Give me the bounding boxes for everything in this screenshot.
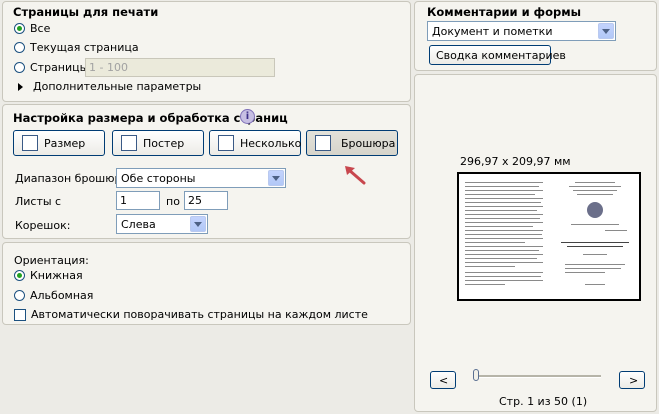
multiple-button[interactable]: Несколько <box>209 130 301 156</box>
size-button-label: Размер <box>44 137 86 150</box>
binding-value: Слева <box>121 218 156 231</box>
auto-rotate-label: Автоматически поворачивать страницы на к… <box>31 308 368 321</box>
comments-panel: Комментарии и формы Документ и пометки С… <box>414 1 657 71</box>
more-options-link[interactable]: Дополнительные параметры <box>33 80 201 93</box>
booklet-button-label: Брошюра <box>341 137 396 150</box>
booklet-icon <box>315 135 331 151</box>
orientation-title: Ориентация: <box>14 254 89 267</box>
chevron-down-icon[interactable] <box>598 23 614 39</box>
page-slider-thumb[interactable] <box>473 369 479 381</box>
summarize-comments-label: Сводка комментариев <box>436 49 566 62</box>
summarize-comments-button[interactable]: Сводка комментариев <box>429 45 566 65</box>
poster-icon <box>121 135 137 151</box>
radio-pages-label: Страницы <box>30 61 89 74</box>
radio-all-label: Все <box>30 22 51 35</box>
sheets-to-input[interactable]: 25 <box>184 191 228 210</box>
radio-landscape-label: Альбомная <box>30 289 94 302</box>
sheets-from-input[interactable]: 1 <box>116 191 160 210</box>
page-status: Стр. 1 из 50 (1) <box>499 395 588 408</box>
sheets-label: Листы с <box>15 195 62 208</box>
auto-rotate-checkbox[interactable] <box>14 309 26 321</box>
size-button[interactable]: Размер <box>13 130 105 156</box>
prev-page-button[interactable]: < <box>430 371 456 389</box>
print-pages-panel: Страницы для печати Все Текущая страница… <box>2 1 411 102</box>
comments-title: Комментарии и формы <box>427 5 582 19</box>
radio-all[interactable] <box>14 23 25 34</box>
multiple-button-label: Несколько <box>240 137 302 150</box>
info-icon[interactable]: i <box>240 109 255 124</box>
radio-current-page[interactable] <box>14 42 25 53</box>
expand-arrow-icon[interactable] <box>18 83 23 91</box>
radio-portrait-label: Книжная <box>30 269 83 282</box>
radio-pages[interactable] <box>14 62 25 73</box>
emblem-icon <box>587 202 603 218</box>
preview-right-page <box>555 180 635 292</box>
pages-range-input[interactable]: 1 - 100 <box>85 58 275 77</box>
orientation-panel: Ориентация: Книжная Альбомная Автоматиче… <box>2 242 411 325</box>
sheets-to-label: по <box>166 195 180 208</box>
pointer-arrow-icon <box>345 166 366 185</box>
multiple-icon <box>218 135 234 151</box>
radio-landscape[interactable] <box>14 290 25 301</box>
binding-select[interactable]: Слева <box>116 214 208 234</box>
booklet-range-value: Обе стороны <box>121 172 196 185</box>
poster-button[interactable]: Постер <box>112 130 204 156</box>
comments-select-value: Документ и пометки <box>432 25 553 38</box>
radio-portrait[interactable] <box>14 270 25 281</box>
comments-select[interactable]: Документ и пометки <box>427 21 616 41</box>
prev-page-label: < <box>439 374 449 387</box>
booklet-range-select[interactable]: Обе стороны <box>116 168 286 188</box>
radio-current-page-label: Текущая страница <box>30 41 139 54</box>
booklet-button[interactable]: Брошюра <box>306 130 398 156</box>
pointer-arrow-shape <box>347 168 366 185</box>
preview-panel: 296,97 x 209,97 мм < > Стр. 1 из 50 (1) <box>414 74 657 412</box>
preview-left-page <box>465 180 545 292</box>
chevron-down-icon[interactable] <box>190 216 206 232</box>
next-page-button[interactable]: > <box>619 371 645 389</box>
next-page-label: > <box>629 374 639 387</box>
size-icon <box>22 135 38 151</box>
poster-button-label: Постер <box>143 137 185 150</box>
print-pages-title: Страницы для печати <box>13 5 159 19</box>
chevron-down-icon[interactable] <box>268 170 284 186</box>
preview-sheet <box>457 172 641 301</box>
page-slider-track[interactable] <box>475 375 601 378</box>
binding-label: Корешок: <box>15 219 71 232</box>
page-sizing-panel: Настройка размера и обработка страниц i … <box>2 104 411 239</box>
preview-dimensions: 296,97 x 209,97 мм <box>460 155 571 168</box>
